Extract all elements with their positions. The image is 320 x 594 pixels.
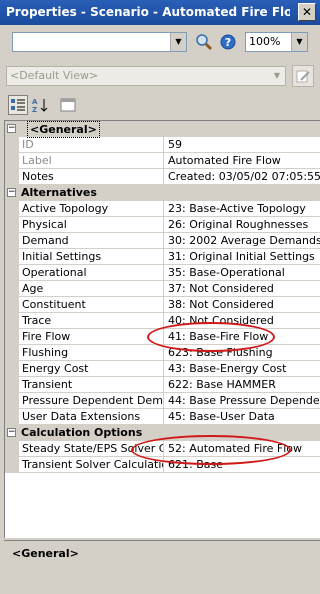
property-row-notes[interactable]: Notes Created: 03/05/02 07:05:55 PM: [5, 169, 320, 185]
property-row-age[interactable]: Age 37: Not Considered: [5, 281, 320, 297]
find-zoom-button[interactable]: [194, 32, 214, 52]
description-panel: <General>: [4, 540, 320, 594]
pencil-icon: [296, 70, 310, 83]
view-toolbar: <Default View> ▼: [0, 61, 320, 91]
property-row-demand[interactable]: Demand 30: 2002 Average Demands: [5, 233, 320, 249]
property-pages-icon: [60, 98, 76, 112]
object-toolbar: ▼ ? 100% ▼: [0, 25, 320, 61]
property-row-active-topology[interactable]: Active Topology 23: Base-Active Topology: [5, 201, 320, 217]
magnifier-icon: [196, 34, 213, 51]
svg-text:?: ?: [225, 36, 231, 49]
sort-toolbar: A Z: [0, 91, 320, 119]
property-row-constituent[interactable]: Constituent 38: Not Considered: [5, 297, 320, 313]
description-title: <General>: [12, 547, 79, 560]
property-row-transient-solver[interactable]: Transient Solver Calculatior 621: Base: [5, 457, 320, 473]
property-pages-button[interactable]: [58, 95, 78, 115]
collapse-icon[interactable]: −: [7, 428, 16, 437]
svg-text:A: A: [32, 98, 38, 106]
object-selector-combo[interactable]: ▼: [12, 32, 187, 52]
property-row-label[interactable]: Label Automated Fire Flow: [5, 153, 320, 169]
svg-text:Z: Z: [32, 106, 37, 113]
property-row-fire-flow[interactable]: Fire Flow 41: Base-Fire Flow: [5, 329, 320, 345]
collapse-icon[interactable]: −: [7, 124, 16, 133]
zoom-combo[interactable]: 100% ▼: [245, 32, 308, 52]
category-general[interactable]: − <General>: [5, 121, 320, 138]
property-row-user-data-extensions[interactable]: User Data Extensions 45: Base-User Data: [5, 409, 320, 425]
default-view-combo[interactable]: <Default View> ▼: [6, 66, 286, 86]
alphabetical-button[interactable]: A Z: [30, 95, 50, 115]
chevron-down-icon[interactable]: ▼: [170, 33, 186, 51]
sort-az-icon: A Z: [32, 98, 48, 113]
property-row-physical[interactable]: Physical 26: Original Roughnesses: [5, 217, 320, 233]
chevron-down-icon[interactable]: ▼: [291, 33, 307, 51]
property-row-operational[interactable]: Operational 35: Base-Operational: [5, 265, 320, 281]
property-row-transient[interactable]: Transient 622: Base HAMMER: [5, 377, 320, 393]
property-row-trace[interactable]: Trace 40: Not Considered: [5, 313, 320, 329]
close-button[interactable]: ✕: [298, 3, 316, 21]
property-row-pressure-dependent-demand[interactable]: Pressure Dependent Deman 44: Base Pressu…: [5, 393, 320, 409]
property-row-energy-cost[interactable]: Energy Cost 43: Base-Energy Cost: [5, 361, 320, 377]
property-row-id[interactable]: ID 59: [5, 137, 320, 153]
property-row-steady-state-solver[interactable]: Steady State/EPS Solver Ca 52: Automated…: [5, 441, 320, 457]
close-icon: ✕: [301, 5, 313, 19]
property-grid: − <General> ID 59 Label Automated Fire F…: [4, 120, 320, 538]
chevron-down-icon[interactable]: ▼: [269, 67, 285, 85]
property-row-initial-settings[interactable]: Initial Settings 31: Original Initial Se…: [5, 249, 320, 265]
categorized-button[interactable]: [8, 95, 28, 115]
help-button[interactable]: ?: [218, 32, 238, 52]
category-calculation-options[interactable]: − Calculation Options: [5, 425, 320, 441]
help-icon: ?: [220, 34, 236, 50]
category-alternatives[interactable]: − Alternatives: [5, 185, 320, 201]
edit-view-button[interactable]: [292, 65, 314, 87]
window-title: Properties - Scenario - Automated Fire F…: [6, 5, 290, 19]
collapse-icon[interactable]: −: [7, 188, 16, 197]
categorized-icon: [11, 99, 25, 111]
title-bar: Properties - Scenario - Automated Fire F…: [0, 0, 320, 25]
property-row-flushing[interactable]: Flushing 623: Base Flushing: [5, 345, 320, 361]
